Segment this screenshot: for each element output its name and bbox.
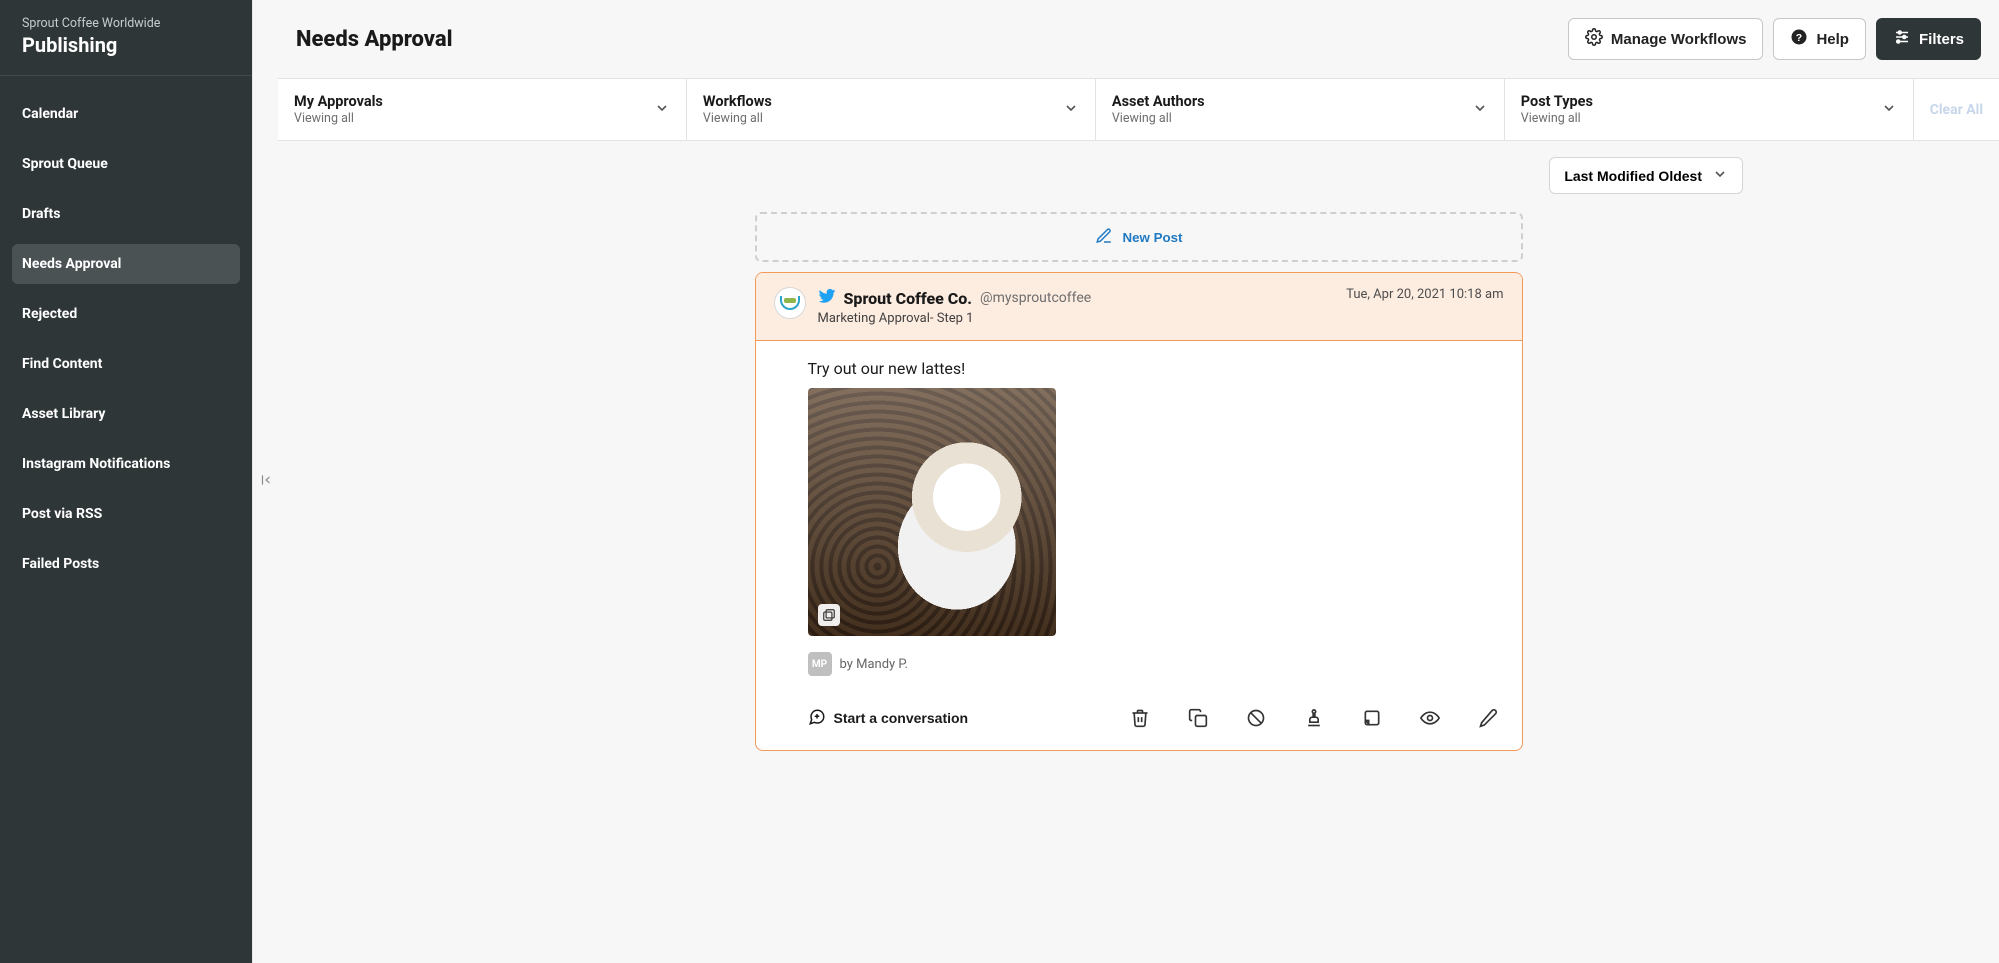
filter-asset-authors[interactable]: Asset AuthorsViewing all (1096, 79, 1505, 140)
org-name: Sprout Coffee Worldwide (22, 16, 230, 31)
post-actions (1126, 704, 1502, 732)
sidebar-item-drafts[interactable]: Drafts (12, 194, 240, 234)
account-handle: @mysproutcoffee (980, 290, 1091, 306)
svg-text:?: ? (1796, 32, 1802, 44)
pencil-icon (1478, 708, 1498, 728)
sidebar-nav: Calendar Sprout Queue Drafts Needs Approval… (0, 76, 252, 602)
chevron-down-icon (1712, 166, 1728, 185)
author-avatar: MP (808, 652, 832, 676)
chevron-down-icon (1472, 100, 1488, 120)
sidebar-collapse-column (252, 0, 278, 963)
note-icon (1362, 708, 1382, 728)
content-area: Last Modified Oldest New Post (278, 141, 1999, 963)
page-title: Needs Approval (296, 27, 453, 52)
filter-workflows[interactable]: WorkflowsViewing all (687, 79, 1096, 140)
top-actions: Manage Workflows ? Help Filters (1568, 18, 1981, 60)
help-label: Help (1816, 31, 1849, 48)
post-body: Try out our new lattes! MP by Mandy P. (756, 341, 1522, 680)
start-conversation-label: Start a conversation (834, 710, 969, 726)
post-text: Try out our new lattes! (808, 359, 1470, 378)
twitter-icon (818, 287, 836, 309)
trash-icon (1130, 708, 1150, 728)
workflow-step: Marketing Approval- Step 1 (818, 311, 1092, 326)
sidebar-item-sprout-queue[interactable]: Sprout Queue (12, 144, 240, 184)
filter-sublabel: Viewing all (294, 111, 383, 126)
delete-button[interactable] (1126, 704, 1154, 732)
post-stack: New Post Sprout Coffee Co. (755, 212, 1523, 751)
account-title-row: Sprout Coffee Co. @mysproutcoffee (818, 287, 1092, 309)
filter-sublabel: Viewing all (1521, 111, 1593, 126)
help-button[interactable]: ? Help (1773, 18, 1866, 60)
app-section-title: Publishing (22, 33, 230, 57)
block-icon (1246, 708, 1266, 728)
filters-label: Filters (1919, 31, 1964, 48)
chevron-down-icon (654, 100, 670, 120)
post-timestamp: Tue, Apr 20, 2021 10:18 am (1346, 287, 1503, 302)
new-post-button[interactable]: New Post (755, 212, 1523, 262)
post-header-left: Sprout Coffee Co. @mysproutcoffee Market… (774, 287, 1092, 326)
sidebar-item-calendar[interactable]: Calendar (12, 94, 240, 134)
multi-image-badge-icon (818, 604, 840, 626)
new-post-label: New Post (1123, 230, 1183, 245)
start-conversation-button[interactable]: Start a conversation (808, 708, 969, 729)
sidebar: Sprout Coffee Worldwide Publishing Calen… (0, 0, 252, 963)
chevron-down-icon (1063, 100, 1079, 120)
gear-icon (1585, 28, 1603, 50)
sidebar-item-instagram-notifications[interactable]: Instagram Notifications (12, 444, 240, 484)
sidebar-item-post-via-rss[interactable]: Post via RSS (12, 494, 240, 534)
manage-workflows-label: Manage Workflows (1611, 31, 1747, 48)
edit-button[interactable] (1474, 704, 1502, 732)
post-header: Sprout Coffee Co. @mysproutcoffee Market… (756, 273, 1522, 341)
filter-label: Post Types (1521, 93, 1593, 110)
account-avatar (774, 287, 806, 319)
copy-button[interactable] (1184, 704, 1212, 732)
author-name: by Mandy P. (840, 657, 909, 672)
filter-label: Workflows (703, 93, 772, 110)
account-name: Sprout Coffee Co. (844, 289, 973, 308)
topbar: Needs Approval Manage Workflows ? Help (278, 0, 1999, 78)
sort-label: Last Modified Oldest (1564, 168, 1702, 184)
compose-icon (1095, 227, 1113, 248)
sidebar-item-asset-library[interactable]: Asset Library (12, 394, 240, 434)
filter-my-approvals[interactable]: My ApprovalsViewing all (278, 79, 687, 140)
sidebar-item-needs-approval[interactable]: Needs Approval (12, 244, 240, 284)
tag-button[interactable] (1358, 704, 1386, 732)
post-footer: Start a conversation (756, 680, 1522, 750)
sidebar-item-rejected[interactable]: Rejected (12, 294, 240, 334)
filter-label: Asset Authors (1112, 93, 1205, 110)
sort-row: Last Modified Oldest (314, 157, 1963, 194)
sidebar-item-failed-posts[interactable]: Failed Posts (12, 544, 240, 584)
copy-icon (1188, 708, 1208, 728)
manage-workflows-button[interactable]: Manage Workflows (1568, 18, 1764, 60)
post-byline: MP by Mandy P. (808, 652, 1470, 676)
filter-sublabel: Viewing all (703, 111, 772, 126)
preview-button[interactable] (1416, 704, 1444, 732)
approve-button[interactable] (1300, 704, 1328, 732)
filters-button[interactable]: Filters (1876, 18, 1981, 60)
comment-icon (808, 708, 826, 729)
sidebar-item-find-content[interactable]: Find Content (12, 344, 240, 384)
reject-button[interactable] (1242, 704, 1270, 732)
chevron-down-icon (1881, 100, 1897, 120)
sidebar-header: Sprout Coffee Worldwide Publishing (0, 0, 252, 76)
eye-icon (1420, 708, 1440, 728)
help-icon: ? (1790, 28, 1808, 50)
filter-sublabel: Viewing all (1112, 111, 1205, 126)
main: Needs Approval Manage Workflows ? Help (278, 0, 1999, 963)
filter-label: My Approvals (294, 93, 383, 110)
clear-all-button[interactable]: Clear All (1914, 79, 1999, 140)
stamp-icon (1304, 708, 1324, 728)
filter-bar: My ApprovalsViewing allWorkflowsViewing … (278, 78, 1999, 141)
sort-dropdown[interactable]: Last Modified Oldest (1549, 157, 1743, 194)
post-image[interactable] (808, 388, 1056, 636)
filters-icon (1893, 28, 1911, 50)
collapse-sidebar-icon[interactable] (259, 473, 273, 491)
filter-post-types[interactable]: Post TypesViewing all (1505, 79, 1914, 140)
post-card: Sprout Coffee Co. @mysproutcoffee Market… (755, 272, 1523, 751)
